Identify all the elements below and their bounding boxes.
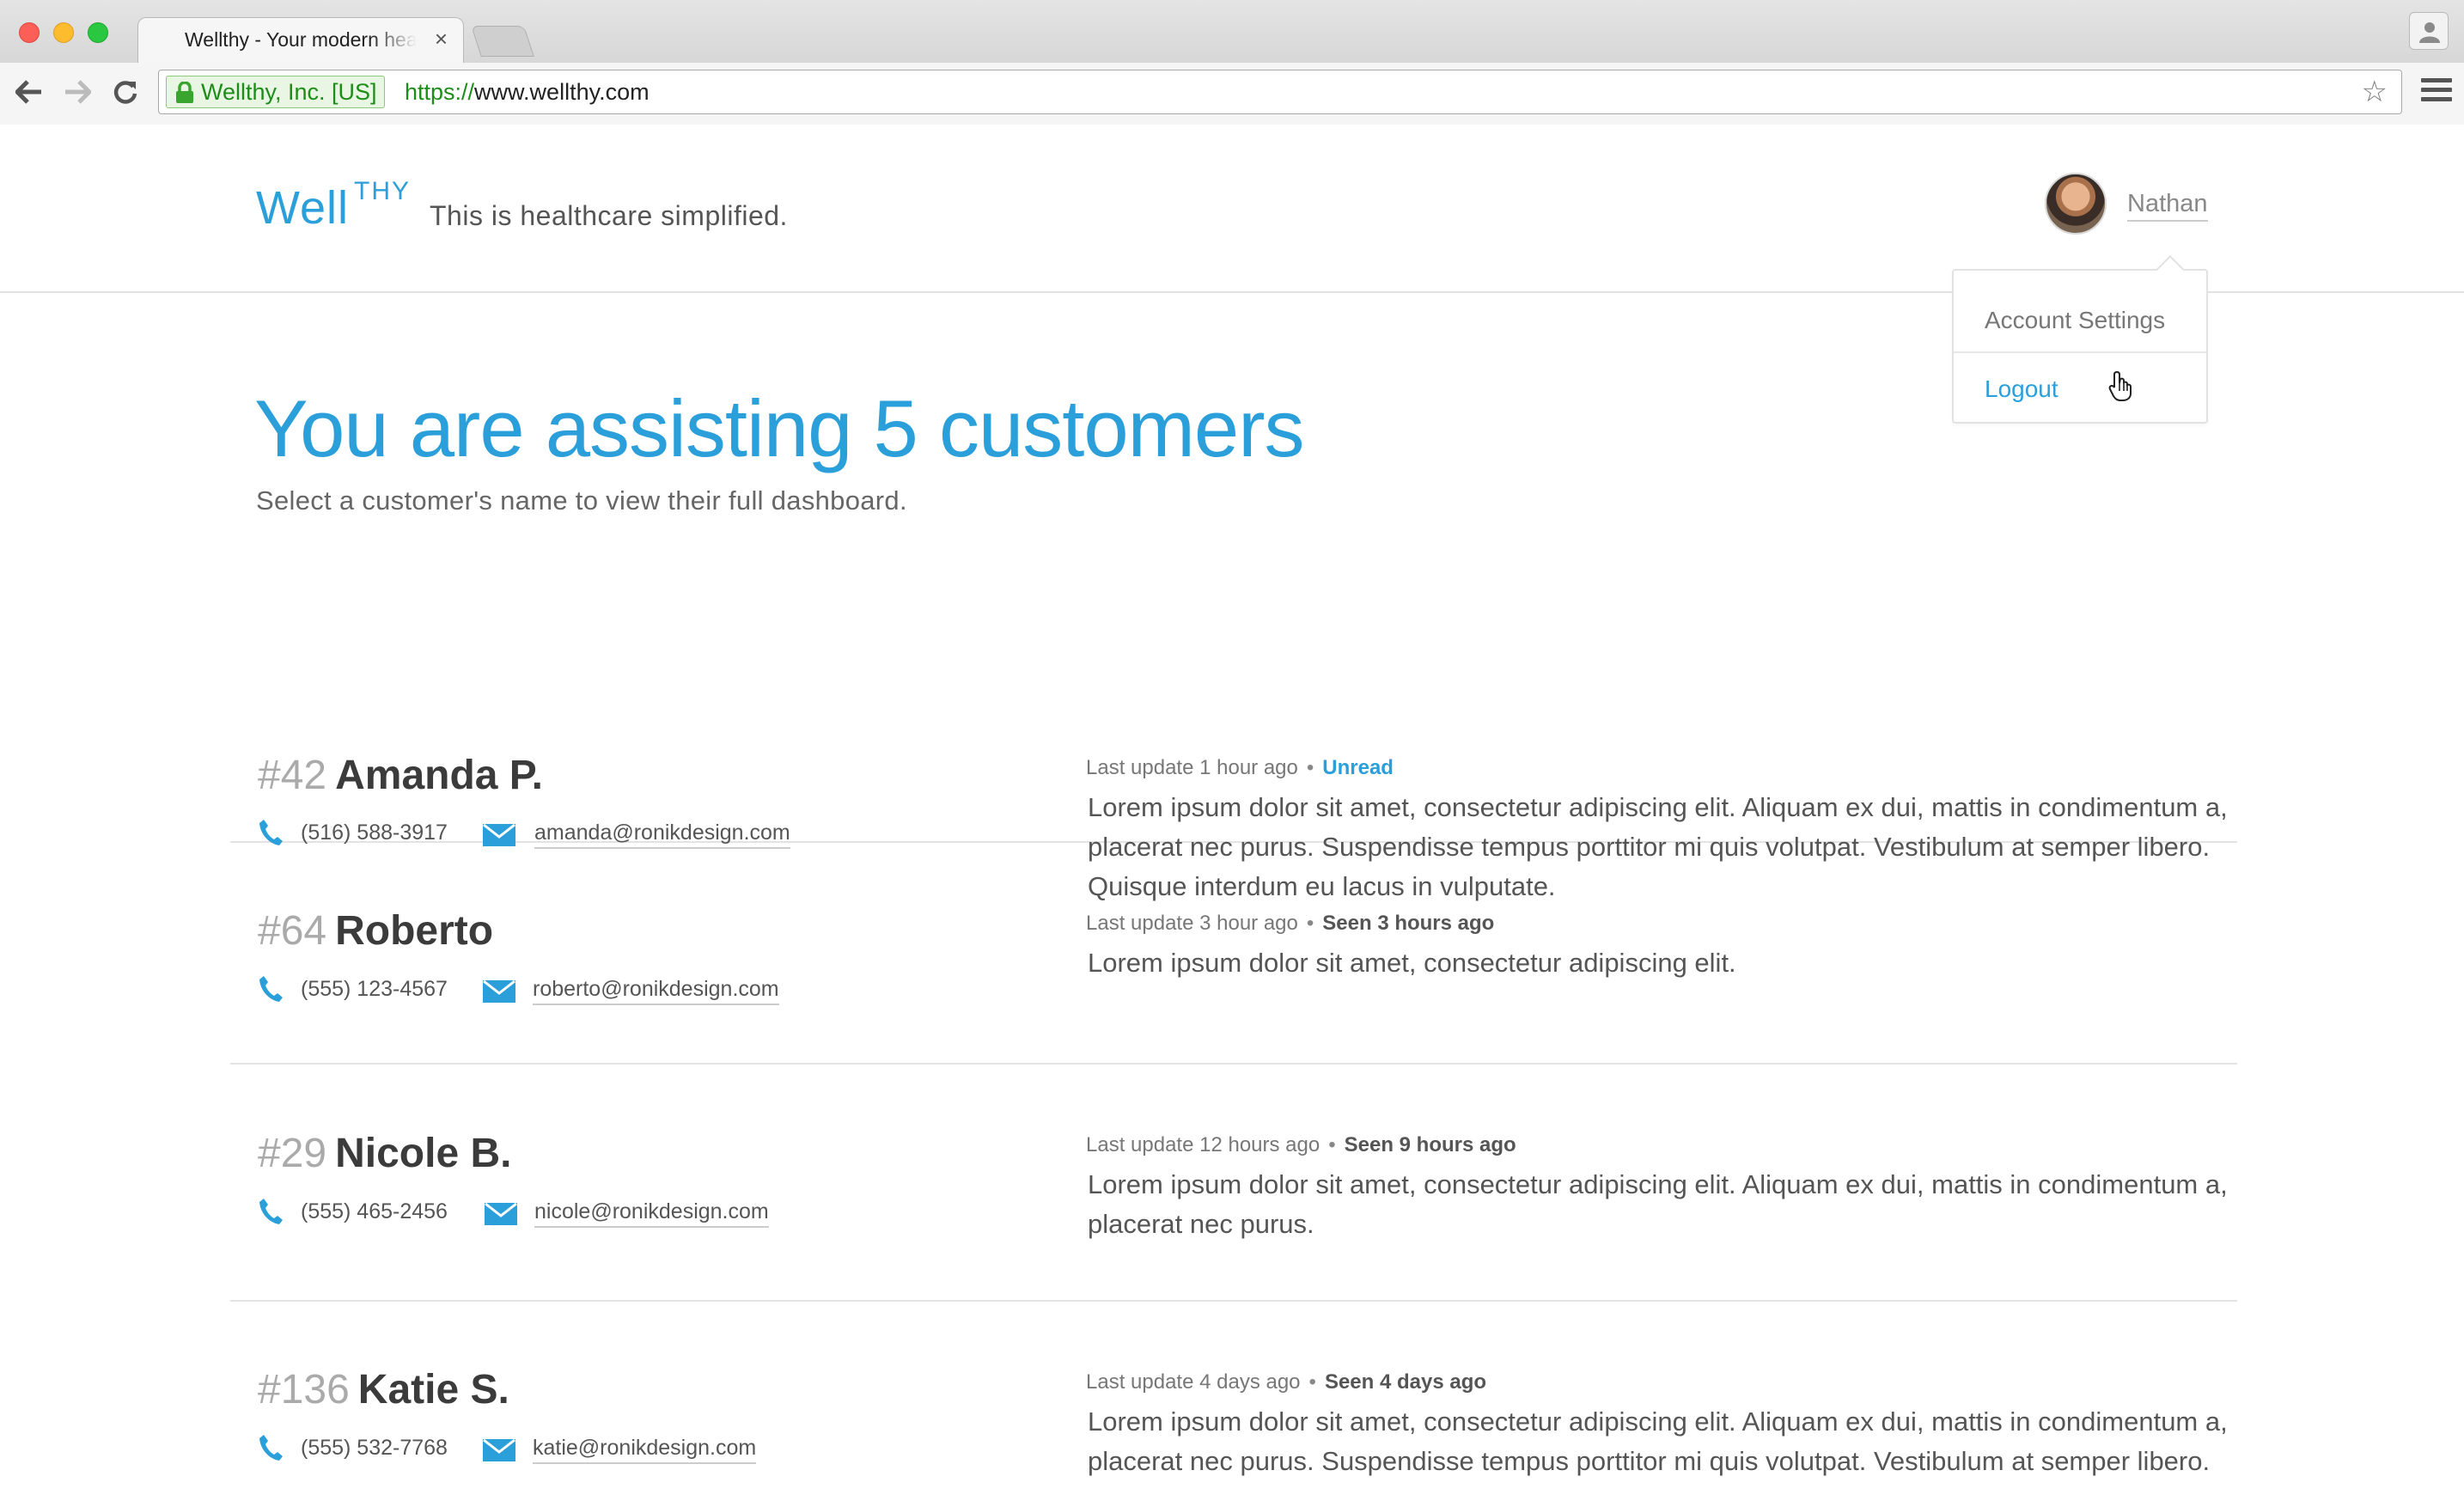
window-minimize-button[interactable] [53, 22, 74, 43]
last-update: Last update 12 hours ago [1086, 1133, 1320, 1156]
last-update: Last update 3 hour ago [1086, 912, 1298, 935]
tagline: This is healthcare simplified. [430, 200, 788, 231]
ev-certificate-badge[interactable]: Wellthy, Inc. [US] [166, 76, 385, 108]
ev-label: Wellthy, Inc. [US] [201, 79, 377, 105]
person-icon [2419, 22, 2440, 43]
status-badge: Seen 4 days ago [1324, 1370, 1487, 1394]
customer-row: #136 Katie S. (555) 532-7768 katie@ronikd… [230, 1302, 2237, 1507]
forward-button[interactable] [60, 75, 95, 109]
status-badge: Unread [1322, 756, 1394, 779]
dropdown-divider [1954, 351, 2206, 353]
tab-strip: Wellthy - Your modern hea × [0, 0, 2464, 63]
profile-button[interactable] [2409, 12, 2449, 50]
url-scheme: https:// [405, 79, 475, 105]
customer-contact: (555) 532-7768 katie@ronikdesign.com [258, 1434, 773, 1468]
user-dropdown-menu: Account Settings Logout [1952, 269, 2208, 424]
page-content: Well THY This is healthcare simplified. N… [0, 125, 2464, 1507]
customer-heading[interactable]: #64 Roberto [258, 907, 493, 955]
customer-name-link[interactable]: Roberto [335, 908, 493, 954]
customer-message: Lorem ipsum dolor sit amet, consectetur … [1088, 1406, 2228, 1476]
forward-arrow-icon [65, 80, 91, 104]
bookmark-star-icon[interactable]: ☆ [2362, 77, 2388, 107]
customer-heading[interactable]: #42 Amanda P. [258, 752, 543, 799]
customer-phone: (555) 123-4567 [301, 977, 448, 1001]
page-subtitle: Select a customer's name to view their f… [256, 485, 907, 516]
customer-number: #64 [258, 908, 327, 954]
user-name-link[interactable]: Nathan [2127, 190, 2208, 222]
last-update: Last update 4 days ago [1086, 1370, 1301, 1394]
reload-icon [113, 81, 137, 104]
user-avatar[interactable] [2045, 173, 2107, 235]
account-settings-link[interactable]: Account Settings [1985, 307, 2165, 334]
customer-heading[interactable]: #136 Katie S. [258, 1366, 509, 1413]
logo-superscript: THY [354, 177, 412, 205]
email-icon [483, 1439, 515, 1461]
customer-contact: (555) 123-4567 roberto@ronikdesign.com [258, 975, 779, 1010]
email-icon [485, 1203, 517, 1225]
customer-contact: (555) 465-2456 nicole@ronikdesign.com [258, 1198, 773, 1232]
last-update: Last update 1 hour ago [1086, 756, 1298, 779]
customer-message: Lorem ipsum dolor sit amet, consectetur … [1088, 948, 1736, 978]
customer-email-link[interactable]: roberto@ronikdesign.com [533, 977, 779, 1005]
status-badge: Seen 9 hours ago [1344, 1133, 1516, 1156]
reload-button[interactable] [108, 75, 143, 109]
wellthy-logo[interactable]: Well THY [256, 177, 409, 235]
status-badge: Seen 3 hours ago [1322, 912, 1495, 935]
customer-phone: (516) 588-3917 [301, 821, 448, 845]
logo-main-text: Well [256, 182, 350, 234]
browser-chrome: Wellthy - Your modern hea × Wellthy, Inc… [0, 0, 2464, 125]
phone-icon [259, 1199, 283, 1224]
back-arrow-icon [15, 80, 41, 104]
tab-close-icon[interactable]: × [435, 27, 448, 51]
browser-tab-active[interactable]: Wellthy - Your modern hea × [137, 17, 464, 63]
site-header: Well THY This is healthcare simplified. N… [0, 125, 2464, 293]
tab-title: Wellthy - Your modern hea [185, 28, 417, 51]
customer-meta: Last update 1 hour ago • Unread [1086, 756, 1394, 779]
customer-row: #64 Roberto (555) 123-4567 roberto@ronikd… [230, 843, 2237, 1065]
url-host: www.wellthy.com [474, 79, 650, 105]
url-text: https://www.wellthy.com [405, 77, 650, 107]
new-tab-button[interactable] [471, 26, 534, 57]
back-button[interactable] [12, 75, 46, 109]
customer-phone: (555) 532-7768 [301, 1436, 448, 1460]
page-title: You are assisting 5 customers [254, 383, 1305, 473]
customer-heading[interactable]: #29 Nicole B. [258, 1130, 511, 1177]
browser-toolbar: Wellthy, Inc. [US] https://www.wellthy.c… [0, 63, 2464, 125]
browser-menu-icon[interactable] [2421, 78, 2452, 109]
customer-meta: Last update 3 hour ago • Seen 3 hours ago [1086, 912, 1495, 935]
hand-cursor-icon [2108, 370, 2132, 401]
customer-message: Lorem ipsum dolor sit amet, consectetur … [1088, 1169, 2228, 1239]
customer-name-link[interactable]: Amanda P. [335, 753, 543, 798]
customer-number: #136 [258, 1367, 350, 1412]
customer-email-link[interactable]: katie@ronikdesign.com [533, 1436, 757, 1464]
customer-meta: Last update 4 days ago • Seen 4 days ago [1086, 1370, 1487, 1394]
customer-number: #29 [258, 1131, 327, 1176]
phone-icon [259, 976, 283, 1002]
email-icon [483, 980, 515, 1003]
customer-meta: Last update 12 hours ago • Seen 9 hours ag… [1086, 1133, 1516, 1156]
customer-name-link[interactable]: Katie S. [358, 1367, 509, 1412]
window-maximize-button[interactable] [88, 22, 108, 43]
customer-number: #42 [258, 753, 327, 798]
address-bar[interactable]: Wellthy, Inc. [US] https://www.wellthy.c… [158, 70, 2402, 114]
customer-row: #42 Amanda P. (516) 588-3917 amanda@ronik… [230, 606, 2237, 901]
customer-name-link[interactable]: Nicole B. [335, 1131, 511, 1176]
customer-phone: (555) 465-2456 [301, 1199, 448, 1223]
logout-link[interactable]: Logout [1985, 375, 2058, 403]
window-close-button[interactable] [19, 22, 40, 43]
lock-icon [176, 82, 193, 103]
phone-icon [259, 1435, 283, 1461]
customer-email-link[interactable]: nicole@ronikdesign.com [534, 1199, 769, 1228]
customer-row: #29 Nicole B. (555) 465-2456 nicole@ronik… [230, 1065, 2237, 1302]
